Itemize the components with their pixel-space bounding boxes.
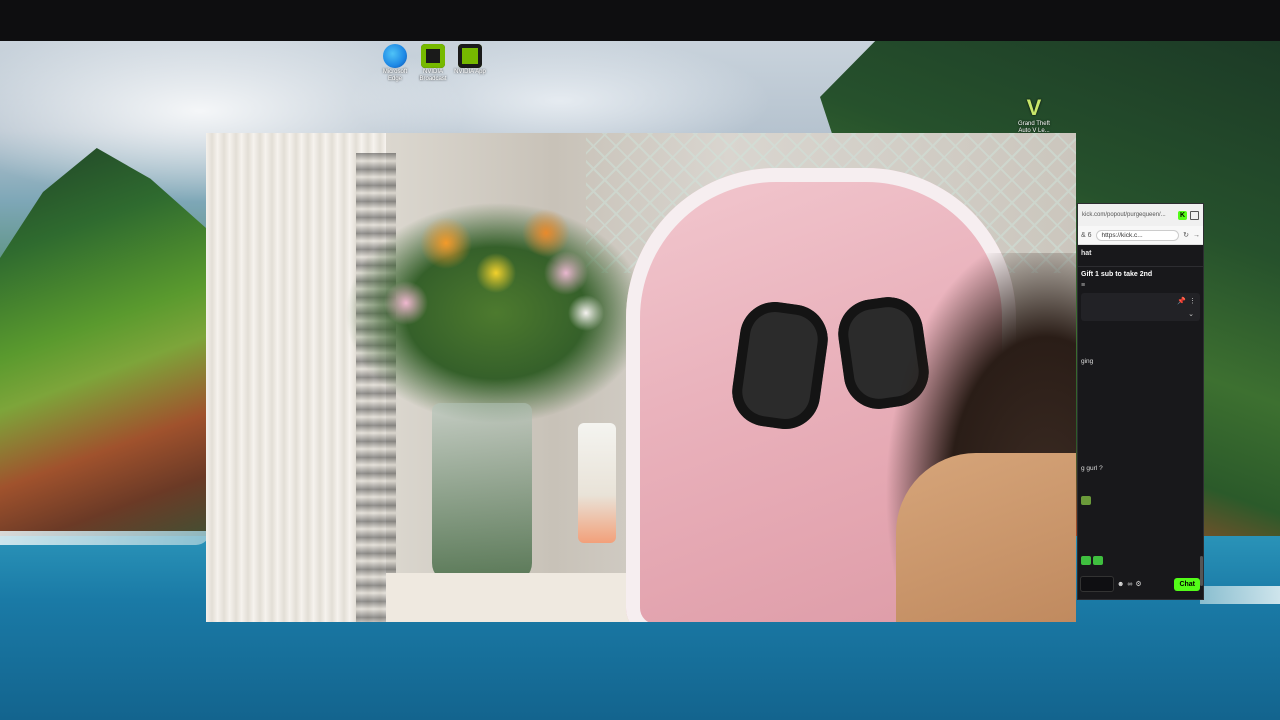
desktop-icon-label: NVIDIA Broadcast xyxy=(419,69,447,82)
desktop-icon-nvidia-app[interactable]: NVIDIA App xyxy=(451,44,489,76)
emoji-icon[interactable]: ☻ xyxy=(1117,581,1124,588)
kick-logo-icon: K xyxy=(1178,210,1187,220)
video-shoulder xyxy=(896,453,1076,622)
desktop-icon-label: NVIDIA App xyxy=(454,69,486,75)
pinned-message-box[interactable]: 📌 ⋮ ⌄ xyxy=(1081,293,1200,321)
wallpaper-surf xyxy=(0,531,210,545)
more-menu-icon[interactable]: ⋮ xyxy=(1189,297,1196,305)
chat-header-title: hat xyxy=(1078,244,1203,267)
reload-icon[interactable]: ↻ xyxy=(1183,231,1189,239)
tab-url: kick.com/popout/purgequeen/... xyxy=(1082,212,1166,218)
edge-icon xyxy=(383,44,407,68)
desktop-icon-edge[interactable]: Microsoft Edge xyxy=(376,44,414,83)
top-black-bar xyxy=(0,0,1280,41)
address-bar[interactable]: & 6 https://kick.c... ↻ → xyxy=(1078,226,1203,245)
chat-message-emotes xyxy=(1078,496,1094,505)
emote-icon xyxy=(1081,556,1091,565)
gear-icon[interactable]: ⚙ xyxy=(1135,580,1141,588)
emote-icon xyxy=(1081,496,1091,505)
chat-input[interactable] xyxy=(1080,576,1114,592)
desktop-icon-nvidia-broadcast[interactable]: NVIDIA Broadcast xyxy=(414,44,452,83)
forward-icon[interactable]: → xyxy=(1193,232,1200,239)
nvidia-icon xyxy=(421,44,445,68)
chat-message-emotes xyxy=(1078,556,1106,565)
video-flowers xyxy=(336,173,656,423)
gta-icon: V xyxy=(1026,95,1042,120)
send-chat-button[interactable]: Chat xyxy=(1174,577,1200,591)
desktop-icon-label: Microsoft Edge xyxy=(382,69,408,82)
site-info[interactable]: & 6 xyxy=(1081,232,1092,239)
wallpaper-mountain-left xyxy=(0,148,215,566)
pinned-goal: Gift 1 sub to take 2nd xyxy=(1081,271,1153,278)
chat-window-titlebar[interactable]: kick.com/popout/purgequeen/... K xyxy=(1078,204,1203,226)
url-field[interactable]: https://kick.c... xyxy=(1095,229,1180,241)
chat-message: g gurl ? xyxy=(1081,465,1103,472)
chat-input-row: ☻ ∞ ⚙ Chat xyxy=(1078,575,1203,593)
maximize-icon[interactable] xyxy=(1190,210,1199,220)
webcam-video-window[interactable] xyxy=(206,133,1076,622)
desktop-icon-gta[interactable]: V Grand Theft Auto V Le... xyxy=(1015,96,1053,135)
emote-picker-icon[interactable]: ∞ xyxy=(1127,581,1132,588)
emote-icon xyxy=(1092,556,1103,565)
wallpaper-surf-right xyxy=(1200,586,1280,604)
pin-icon[interactable]: 📌 xyxy=(1177,297,1186,305)
kick-chat-popout[interactable]: kick.com/popout/purgequeen/... K & 6 htt… xyxy=(1077,203,1204,600)
video-table xyxy=(386,573,656,622)
filter-icon[interactable]: ≡ xyxy=(1078,282,1203,289)
nvidia-icon xyxy=(458,44,482,68)
chevron-down-icon[interactable]: ⌄ xyxy=(1188,310,1194,318)
video-lotion-bottle xyxy=(578,423,616,543)
video-vase xyxy=(432,403,532,583)
chat-message: ging xyxy=(1081,358,1094,365)
chat-body: hat Gift 1 sub to take 2nd ≡ 📌 ⋮ ⌄ ging … xyxy=(1078,244,1203,599)
